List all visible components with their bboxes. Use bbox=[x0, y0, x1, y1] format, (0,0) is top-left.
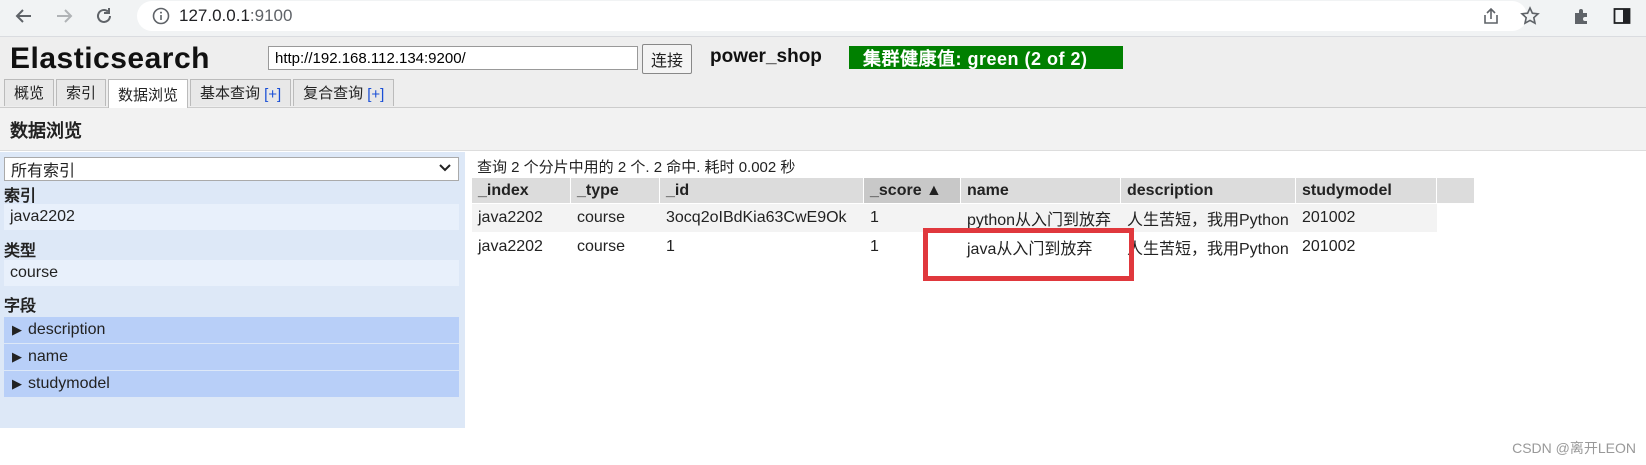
column-header-index[interactable]: _index bbox=[472, 178, 571, 203]
connect-button[interactable]: 连接 bbox=[642, 44, 693, 74]
column-header-name[interactable]: name bbox=[961, 178, 1121, 203]
app-logo: Elasticsearch bbox=[10, 42, 210, 75]
tab-overview[interactable]: 概览 bbox=[4, 79, 55, 106]
table-header: _index _type _id _score ▲ name descripti… bbox=[472, 178, 1475, 203]
extensions-icon[interactable] bbox=[1568, 2, 1596, 30]
app-header: Elasticsearch 连接 power_shop 集群健康值: green… bbox=[0, 37, 1646, 108]
add-basic-query-link[interactable]: [+] bbox=[264, 86, 281, 103]
connection-url-input[interactable] bbox=[268, 46, 638, 70]
cell-index: java2202 bbox=[478, 238, 543, 255]
cell-description: 人生苦短，我用Python bbox=[1127, 241, 1289, 258]
cell-index: java2202 bbox=[478, 209, 543, 226]
cluster-health-badge: 集群健康值: green (2 of 2) bbox=[849, 46, 1123, 69]
address-bar[interactable]: 127.0.0.1:9100 bbox=[137, 1, 1527, 31]
column-header-filler bbox=[1437, 178, 1475, 203]
column-header-id[interactable]: _id bbox=[660, 178, 864, 203]
index-select-value: 所有索引 bbox=[11, 163, 76, 180]
cluster-name: power_shop bbox=[710, 46, 822, 67]
field-item-description[interactable]: ▶ description bbox=[4, 317, 459, 343]
sidebar-item-index[interactable]: java2202 bbox=[4, 204, 459, 230]
tab-compound-query[interactable]: 复合查询 [+] bbox=[293, 79, 395, 106]
sidebar-item-type[interactable]: course bbox=[4, 260, 459, 286]
query-summary: 查询 2 个分片中用的 2 个. 2 命中. 耗时 0.002 秒 bbox=[477, 159, 796, 176]
column-header-description[interactable]: description bbox=[1121, 178, 1296, 203]
watermark: CSDN @离开LEON bbox=[1512, 440, 1636, 456]
cell-id: 1 bbox=[666, 238, 675, 255]
sidepanel-icon[interactable] bbox=[1608, 2, 1636, 30]
main-tabs: 概览 索引 数据浏览 基本查询 [+] 复合查询 [+] bbox=[4, 79, 395, 108]
index-select[interactable]: 所有索引 bbox=[4, 157, 459, 181]
reload-icon[interactable] bbox=[90, 2, 118, 30]
cell-studymodel: 201002 bbox=[1302, 238, 1356, 255]
cell-studymodel: 201002 bbox=[1302, 209, 1356, 226]
field-heading: 字段 bbox=[4, 298, 37, 315]
filter-sidebar: 所有索引 索引 java2202 类型 course 字段 ▶ descripti… bbox=[0, 152, 465, 428]
url-text: 127.0.0.1:9100 bbox=[179, 6, 293, 25]
column-header-score[interactable]: _score ▲ bbox=[864, 178, 961, 203]
type-heading: 类型 bbox=[4, 243, 37, 260]
tab-browser[interactable]: 数据浏览 bbox=[108, 79, 189, 108]
expand-triangle-icon: ▶ bbox=[12, 376, 22, 391]
browser-toolbar: 127.0.0.1:9100 bbox=[0, 0, 1646, 37]
cell-type: course bbox=[577, 209, 626, 226]
info-icon[interactable] bbox=[147, 7, 175, 25]
cell-type: course bbox=[577, 238, 626, 255]
field-item-name[interactable]: ▶ name bbox=[4, 344, 459, 370]
add-compound-query-link[interactable]: [+] bbox=[367, 86, 384, 103]
share-icon[interactable] bbox=[1477, 2, 1505, 30]
field-item-studymodel[interactable]: ▶ studymodel bbox=[4, 371, 459, 397]
star-icon[interactable] bbox=[1516, 2, 1544, 30]
highlight-box bbox=[923, 228, 1134, 281]
chevron-down-icon bbox=[438, 160, 452, 178]
cell-id: 3ocq2oIBdKia63CwE9Ok bbox=[666, 209, 847, 226]
expand-triangle-icon: ▶ bbox=[12, 322, 22, 337]
page-title: 数据浏览 bbox=[10, 121, 82, 141]
column-header-studymodel[interactable]: studymodel bbox=[1296, 178, 1437, 203]
back-icon[interactable] bbox=[10, 2, 38, 30]
tab-basic-query[interactable]: 基本查询 [+] bbox=[190, 79, 292, 106]
index-heading: 索引 bbox=[4, 188, 37, 205]
expand-triangle-icon: ▶ bbox=[12, 349, 22, 364]
section-header: 数据浏览 bbox=[0, 108, 1646, 151]
forward-icon[interactable] bbox=[50, 2, 78, 30]
column-header-type[interactable]: _type bbox=[571, 178, 660, 203]
cell-description: 人生苦短，我用Python bbox=[1127, 212, 1289, 229]
tab-indices[interactable]: 索引 bbox=[56, 79, 107, 106]
